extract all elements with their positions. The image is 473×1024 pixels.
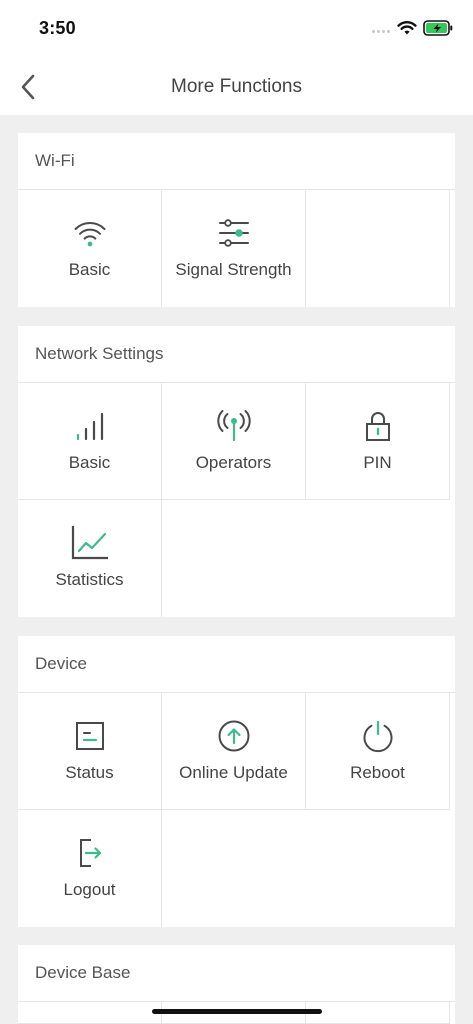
- section-title-device: Device: [18, 636, 455, 693]
- status-time: 3:50: [39, 18, 76, 38]
- section-network-settings: Network Settings Basic Operators PIN Sta…: [18, 326, 455, 617]
- section-title-device-base: Device Base: [18, 945, 455, 1002]
- pin-button[interactable]: PIN: [306, 383, 450, 500]
- device-grid: Status Online Update Reboot Logout: [18, 693, 455, 927]
- section-title-wifi: Wi-Fi: [18, 133, 455, 190]
- online-update-button[interactable]: Online Update: [162, 693, 306, 810]
- section-wifi: Wi-Fi Basic Signal Strength: [18, 133, 455, 307]
- wifi-basic-label: Basic: [68, 260, 111, 279]
- section-device: Device Status Online Update Reboot Logou…: [18, 636, 455, 927]
- lock-icon: [365, 412, 390, 441]
- network-basic-label: Basic: [68, 453, 111, 472]
- device-base-cell[interactable]: [18, 1002, 162, 1024]
- status-label: Status: [65, 763, 114, 782]
- battery-charging-icon: [423, 20, 453, 36]
- logout-icon: [79, 839, 101, 867]
- navigation-bar: More Functions: [0, 58, 473, 115]
- operators-label: Operators: [195, 453, 272, 472]
- logout-button[interactable]: Logout: [18, 810, 162, 927]
- statistics-button[interactable]: Statistics: [18, 500, 162, 617]
- line-chart-icon: [71, 526, 108, 560]
- signal-strength-button[interactable]: Signal Strength: [162, 190, 306, 307]
- reboot-label: Reboot: [350, 763, 405, 782]
- antenna-icon: [216, 410, 251, 442]
- section-title-network-settings: Network Settings: [18, 326, 455, 383]
- status-doc-icon: [75, 722, 104, 750]
- wifi-icon: [74, 222, 105, 247]
- wifi-basic-button[interactable]: Basic: [18, 190, 162, 307]
- empty-cell: [306, 190, 450, 307]
- sliders-icon: [218, 219, 249, 247]
- signal-bars-icon: [76, 412, 103, 441]
- network-settings-grid: Basic Operators PIN Statistics: [18, 383, 455, 617]
- status-bar: 3:50: [0, 0, 473, 58]
- cellular-signal-icon: [372, 30, 390, 33]
- reboot-button[interactable]: Reboot: [306, 693, 450, 810]
- logout-label: Logout: [63, 880, 116, 899]
- online-update-label: Online Update: [179, 763, 288, 782]
- device-base-cell[interactable]: [306, 1002, 450, 1024]
- operators-button[interactable]: Operators: [162, 383, 306, 500]
- wifi-grid: Basic Signal Strength: [18, 190, 455, 307]
- pin-label: PIN: [363, 453, 392, 472]
- home-indicator: [152, 1009, 322, 1014]
- page-title: More Functions: [171, 76, 302, 97]
- upload-arrow-icon: [218, 720, 249, 752]
- status-button[interactable]: Status: [18, 693, 162, 810]
- wifi-status-icon: [397, 21, 417, 35]
- signal-strength-label: Signal Strength: [175, 260, 292, 279]
- statistics-label: Statistics: [55, 570, 124, 589]
- network-basic-button[interactable]: Basic: [18, 383, 162, 500]
- power-icon: [363, 720, 392, 753]
